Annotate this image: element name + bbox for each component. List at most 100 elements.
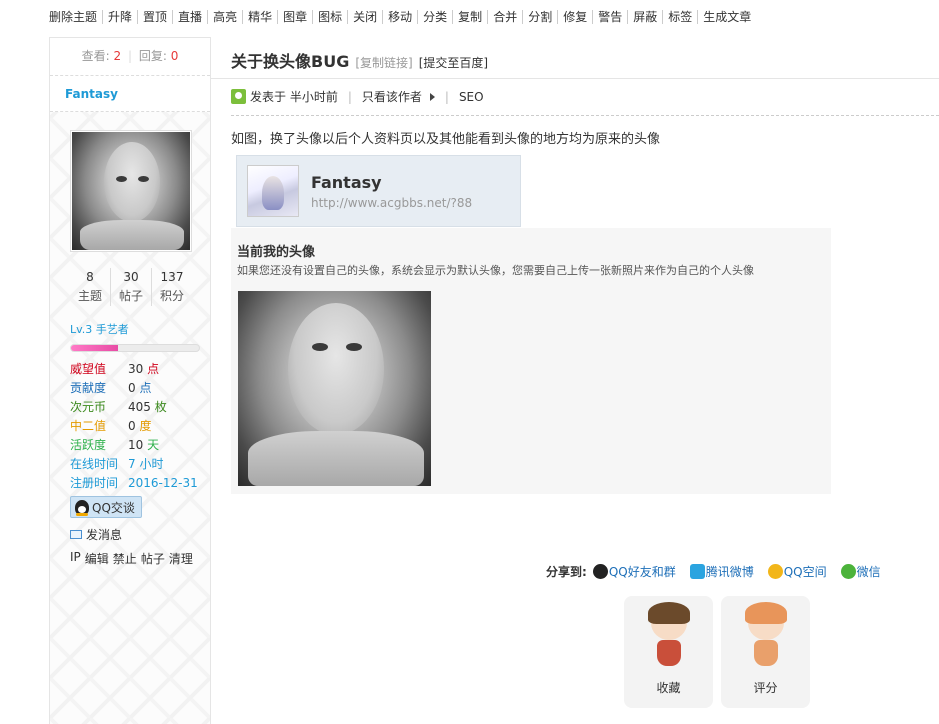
mod-warn[interactable]: 警告 (592, 10, 627, 24)
mod-copy[interactable]: 复制 (452, 10, 487, 24)
admin-posts-link[interactable]: 帖子 (141, 550, 165, 567)
register-time-label: 注册时间 (70, 476, 119, 490)
count-points-value: 137 (160, 270, 184, 284)
replies-label: 回复: (138, 49, 167, 63)
favorite-button[interactable]: 收藏 (624, 596, 713, 708)
mod-bump[interactable]: 升降 (102, 10, 137, 24)
screenshot-avatar-panel: 当前我的头像 如果您还没有设置自己的头像，系统会显示为默认头像，您需要自己上传一… (231, 228, 831, 494)
level-progress-bar (70, 344, 200, 352)
share-qq-friends[interactable]: QQ好友和群 (592, 563, 676, 580)
online-time-label: 在线时间 (70, 457, 119, 471)
views-label: 查看: (81, 49, 110, 63)
prestige-unit: 点 (147, 362, 160, 376)
share-wechat[interactable]: 微信 (840, 563, 881, 580)
mod-live[interactable]: 直播 (172, 10, 207, 24)
mod-delete-thread[interactable]: 删除主题 (49, 10, 102, 24)
mod-sticky[interactable]: 置顶 (137, 10, 172, 24)
send-message-link[interactable]: 发消息 (70, 526, 122, 543)
mod-digest[interactable]: 精华 (242, 10, 277, 24)
count-points[interactable]: 137 积分 (151, 268, 192, 306)
count-threads[interactable]: 8 主题 (70, 268, 110, 306)
qzone-icon (767, 564, 783, 579)
activity-unit: 天 (147, 438, 160, 452)
moderation-toolbar: 删除主题 升降 置顶 直播 高亮 精华 图章 图标 关闭 移动 分类 复制 合并… (49, 8, 756, 26)
tencent-weibo-icon (689, 564, 705, 579)
count-posts[interactable]: 30 帖子 (110, 268, 151, 306)
mod-block[interactable]: 屏蔽 (627, 10, 662, 24)
author-name[interactable]: Fantasy (50, 76, 210, 112)
share-qzone-label: QQ空间 (783, 565, 827, 579)
register-time-value: 2016-12-31 (128, 476, 198, 490)
count-posts-label: 帖子 (118, 289, 143, 303)
contribution-label: 贡献度 (70, 381, 107, 395)
profile-row: 次元币 405 枚 (70, 398, 210, 417)
user-level[interactable]: Lv.3 手艺者 (70, 321, 129, 337)
chevron-right-icon[interactable] (429, 92, 435, 101)
mod-split[interactable]: 分割 (522, 10, 557, 24)
coins-label: 次元币 (70, 400, 107, 414)
share-bar: 分享到: QQ好友和群 腾讯微博 QQ空间 微信 (546, 563, 895, 580)
chuuni-value: 0 (128, 419, 136, 433)
screenshot-url: http://www.acgbbs.net/?88 (311, 195, 473, 210)
qq-penguin-icon (75, 499, 89, 516)
activity-value: 10 (128, 438, 144, 452)
profile-row: 活跃度 10 天 (70, 436, 210, 455)
thread-title: 关于换头像BUG (231, 52, 350, 71)
views-count: 2 (113, 49, 122, 63)
coins-value: 405 (128, 400, 151, 414)
screenshot-card-text: Fantasy http://www.acgbbs.net/?88 (299, 173, 472, 210)
send-message-label: 发消息 (86, 528, 123, 542)
admin-ban-link[interactable]: 禁止 (113, 550, 137, 567)
mod-move[interactable]: 移动 (382, 10, 417, 24)
share-tencent-weibo[interactable]: 腾讯微博 (689, 563, 754, 580)
contribution-value: 0 (128, 381, 136, 395)
chuuni-unit: 度 (139, 419, 152, 433)
share-qq-friends-label: QQ好友和群 (608, 565, 676, 579)
mod-icon[interactable]: 图标 (312, 10, 347, 24)
submit-baidu-button[interactable]: [提交至百度] (419, 54, 488, 71)
seo-link[interactable]: SEO (459, 90, 484, 104)
meta-divider (231, 115, 939, 116)
share-label: 分享到: (546, 565, 587, 579)
profile-row: 注册时间 2016-12-31 (70, 474, 210, 493)
count-threads-label: 主题 (77, 289, 102, 303)
contribution-unit: 点 (139, 381, 152, 395)
thread-stats: 查看: 2 | 回复: 0 (50, 38, 210, 76)
mod-close[interactable]: 关闭 (347, 10, 382, 24)
qq-chat-label: QQ交谈 (92, 500, 135, 515)
replies-count: 0 (170, 49, 179, 63)
admin-links: IP 编辑 禁止 帖子 清理 (70, 550, 193, 567)
rate-label: 评分 (753, 681, 778, 695)
copy-link-button[interactable]: [复制链接] (355, 54, 412, 71)
share-qzone[interactable]: QQ空间 (767, 563, 827, 580)
mod-highlight[interactable]: 高亮 (207, 10, 242, 24)
envelope-icon (70, 530, 82, 539)
mod-merge[interactable]: 合并 (487, 10, 522, 24)
qq-icon (592, 564, 608, 579)
only-author-link[interactable]: 只看该作者 (362, 88, 422, 105)
activity-label: 活跃度 (70, 438, 107, 452)
prestige-value: 30 (128, 362, 144, 376)
mod-generate-article[interactable]: 生成文章 (697, 10, 756, 24)
mod-tags[interactable]: 标签 (662, 10, 697, 24)
qq-chat-button[interactable]: QQ交谈 (70, 496, 142, 518)
mod-stamp[interactable]: 图章 (277, 10, 312, 24)
mod-repair[interactable]: 修复 (557, 10, 592, 24)
meta-separator: | (347, 89, 352, 104)
screenshot-panel-description: 如果您还没有设置自己的头像，系统会显示为默认头像，您需要自己上传一张新照片来作为… (237, 264, 754, 277)
favorite-label: 收藏 (656, 681, 681, 695)
meta-separator: | (444, 89, 449, 104)
admin-ip-link[interactable]: IP (70, 550, 81, 567)
online-time-value: 7 (128, 457, 136, 471)
thread-title-row: 关于换头像BUG [复制链接] [提交至百度] (231, 48, 488, 72)
rate-button[interactable]: 评分 (721, 596, 810, 708)
share-wechat-label: 微信 (856, 565, 881, 579)
avatar[interactable] (70, 130, 192, 252)
admin-edit-link[interactable]: 编辑 (85, 550, 109, 567)
post-meta: 发表于 半小时前 | 只看该作者 | SEO (231, 88, 484, 105)
mod-category[interactable]: 分类 (417, 10, 452, 24)
admin-clean-link[interactable]: 清理 (169, 550, 193, 567)
avatar-photo (72, 132, 190, 250)
screenshot-profile-card: Fantasy http://www.acgbbs.net/?88 (236, 155, 521, 227)
count-points-label: 积分 (159, 289, 184, 303)
